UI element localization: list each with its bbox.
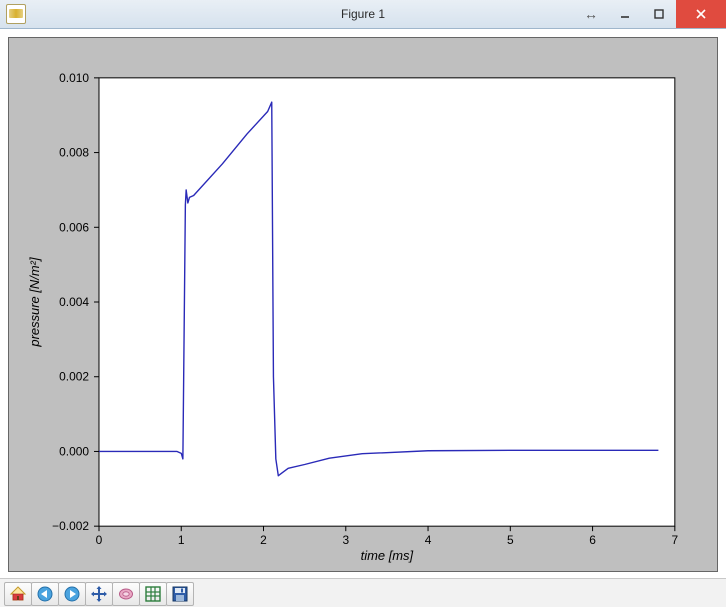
arrow-right-icon [63, 585, 81, 603]
window-controls: ↔ [574, 0, 726, 28]
maximize-button[interactable] [642, 0, 676, 28]
minimize-button[interactable] [608, 0, 642, 28]
figure-canvas[interactable]: 0 1 2 3 4 5 6 7 −0.002 0.000 0.002 0.004 0.006 0.008 0… [8, 37, 718, 572]
home-button[interactable] [4, 582, 32, 606]
svg-text:pressure [N/m²]: pressure [N/m²] [27, 257, 42, 348]
subplots-button[interactable] [139, 582, 167, 606]
svg-text:0: 0 [96, 533, 103, 547]
svg-text:1: 1 [178, 533, 185, 547]
resize-horizontal-icon[interactable]: ↔ [574, 0, 608, 28]
chart-plot: 0 1 2 3 4 5 6 7 −0.002 0.000 0.002 0.004 0.006 0.008 0… [9, 38, 717, 571]
home-icon [9, 585, 27, 603]
figure-toolbar [0, 578, 726, 607]
svg-text:0.000: 0.000 [59, 444, 89, 458]
minimize-icon [619, 8, 631, 20]
subplots-icon [144, 585, 162, 603]
svg-text:0.010: 0.010 [59, 71, 89, 85]
maximize-icon [653, 8, 665, 20]
save-button[interactable] [166, 582, 194, 606]
move-icon [90, 585, 108, 603]
svg-text:0.006: 0.006 [59, 220, 89, 234]
forward-button[interactable] [58, 582, 86, 606]
svg-text:time [ms]: time [ms] [361, 548, 414, 563]
close-icon [695, 8, 707, 20]
close-button[interactable] [676, 0, 726, 28]
svg-text:2: 2 [260, 533, 267, 547]
arrow-left-icon [36, 585, 54, 603]
svg-text:−0.002: −0.002 [52, 519, 89, 533]
zoom-button[interactable] [112, 582, 140, 606]
figure-area: 0 1 2 3 4 5 6 7 −0.002 0.000 0.002 0.004 0.006 0.008 0… [0, 29, 726, 578]
svg-text:5: 5 [507, 533, 514, 547]
svg-text:4: 4 [425, 533, 432, 547]
zoom-rect-icon [117, 585, 135, 603]
svg-text:0.002: 0.002 [59, 370, 89, 384]
svg-text:7: 7 [672, 533, 679, 547]
title-bar: Figure 1 ↔ [0, 0, 726, 29]
svg-text:0.004: 0.004 [59, 295, 89, 309]
svg-text:0.008: 0.008 [59, 146, 89, 160]
back-button[interactable] [31, 582, 59, 606]
svg-text:6: 6 [589, 533, 596, 547]
app-icon [6, 4, 26, 24]
save-icon [171, 585, 189, 603]
svg-text:3: 3 [342, 533, 349, 547]
pan-button[interactable] [85, 582, 113, 606]
